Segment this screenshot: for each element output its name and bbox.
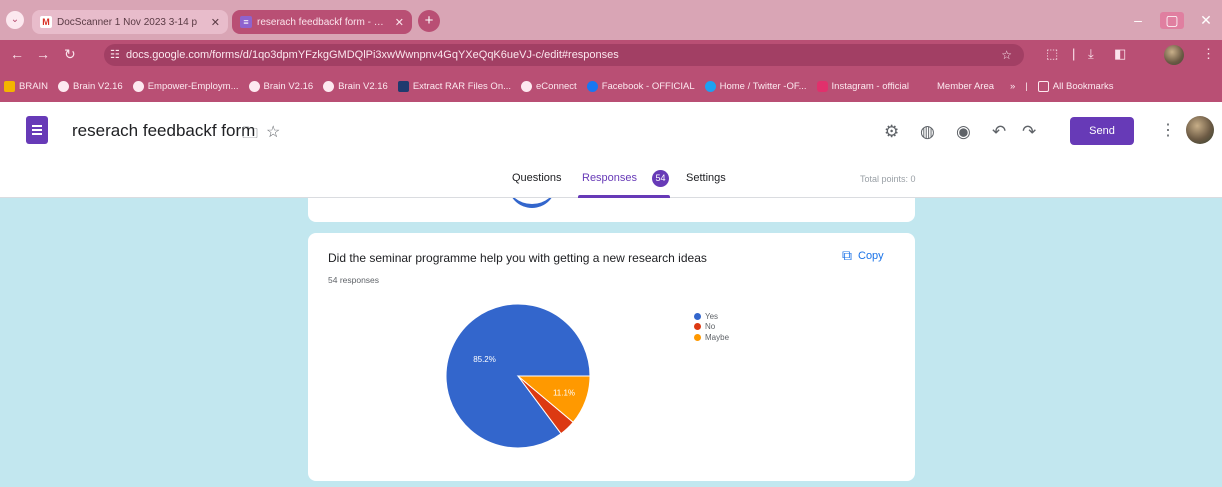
tab-research-form[interactable]: ≡ reserach feedbackf form - Goo ✕ (232, 10, 412, 34)
close-icon[interactable]: ✕ (211, 16, 220, 29)
folder-icon (4, 80, 15, 92)
form-title[interactable]: reserach feedbackf form (72, 121, 255, 141)
bookmark-item[interactable]: Brain V2.16 (323, 80, 388, 92)
bookmark-item[interactable]: Home / Twitter -OF... (704, 80, 807, 92)
previous-question-card (308, 198, 915, 222)
gmail-icon: M (40, 16, 52, 28)
reload-icon[interactable]: ↻ (64, 46, 76, 63)
pie-data-label: 11.1% (553, 389, 575, 398)
globe-icon (248, 80, 260, 92)
bookmark-item[interactable]: Member Area (937, 81, 994, 92)
legend-item-no[interactable]: No (694, 322, 729, 333)
tab-label: reserach feedbackf form - Goo (257, 16, 390, 28)
more-options-icon[interactable]: ⋮ (1160, 120, 1176, 140)
undo-icon[interactable]: ↶ (992, 122, 1006, 142)
globe-icon (323, 80, 335, 92)
globe-icon (58, 80, 70, 92)
copy-icon: ⧉ (842, 247, 852, 263)
tab-search-icon[interactable]: ⌄ (6, 11, 24, 29)
folder-icon (1037, 80, 1049, 92)
tab-docscanner[interactable]: M DocScanner 1 Nov 2023 3-14 p ✕ (32, 10, 228, 34)
account-avatar[interactable] (1186, 116, 1214, 144)
divider: | (1025, 80, 1028, 92)
bookmark-item[interactable]: Brain V2.16 (58, 80, 123, 92)
profile-avatar[interactable] (1164, 45, 1184, 65)
back-icon[interactable]: ← (10, 46, 24, 62)
extensions-icon[interactable]: ⬚ (1046, 46, 1058, 62)
rar-icon (397, 80, 409, 92)
bookmark-item[interactable]: Brain V2.16 (248, 80, 313, 92)
total-points: Total points: 0 (860, 174, 916, 184)
folder-move-icon[interactable]: 🗀 (242, 122, 258, 149)
instagram-icon (816, 80, 828, 92)
responses-pie-chart: 85.2% 11.1% (445, 303, 591, 449)
bookmark-item[interactable]: Empower-Employm... (132, 80, 239, 92)
legend-swatch (694, 312, 701, 320)
legend-item-yes[interactable]: Yes (694, 311, 729, 322)
previous-chart-fragment (508, 198, 556, 208)
forward-icon[interactable]: → (36, 46, 50, 62)
address-bar-row: ← → ↻ ☷ docs.google.com/forms/d/1qo3dpmY… (0, 40, 1222, 70)
add-on-icon[interactable]: ⚙ (884, 122, 899, 142)
google-forms-logo[interactable] (26, 116, 48, 144)
bookmark-item[interactable]: Extract RAR Files On... (397, 80, 511, 92)
tab-settings[interactable]: Settings (686, 172, 726, 184)
globe-icon (132, 80, 144, 92)
separator-icon: | (1072, 46, 1076, 61)
legend-label: Yes (705, 311, 719, 321)
tab-responses[interactable]: Responses (582, 172, 637, 184)
bookmark-item[interactable]: Facebook - OFFICIAL (586, 80, 695, 92)
form-tabs: Questions Responses 54 Settings Total po… (0, 166, 1222, 198)
minimize-button[interactable]: – (1126, 12, 1150, 28)
facebook-icon (586, 80, 598, 92)
download-icon[interactable]: ⤓ (1088, 46, 1094, 62)
forms-icon: ≡ (240, 16, 252, 28)
chart-legend: Yes No Maybe (694, 311, 729, 343)
globe-icon (521, 80, 533, 92)
bookmarks-overflow-button[interactable]: » (1010, 81, 1015, 92)
close-window-button[interactable]: ✕ (1194, 12, 1218, 29)
pie-data-label: 85.2% (473, 355, 496, 364)
side-panel-icon[interactable]: ◧ (1114, 46, 1126, 62)
url-text: docs.google.com/forms/d/1qo3dpmYFzkgGMDQ… (126, 49, 619, 61)
tab-questions[interactable]: Questions (512, 172, 562, 184)
site-info-icon[interactable]: ☷ (110, 44, 120, 66)
legend-swatch (694, 333, 701, 341)
bookmark-item[interactable]: Instagram - official (816, 80, 909, 92)
question-title: Did the seminar programme help you with … (328, 251, 707, 265)
forms-header: reserach feedbackf form 🗀 ☆ ⚙ ◍ ◉ ↶ ↷ Se… (0, 102, 1222, 198)
bookmark-item[interactable]: BRAIN (4, 80, 48, 92)
new-tab-button[interactable]: + (418, 10, 440, 32)
palette-icon[interactable]: ◍ (920, 122, 935, 142)
browser-menu-icon[interactable]: ⋮ (1202, 46, 1215, 62)
address-bar[interactable]: ☷ docs.google.com/forms/d/1qo3dpmYFzkgGM… (104, 44, 1024, 66)
legend-item-maybe[interactable]: Maybe (694, 332, 729, 343)
preview-eye-icon[interactable]: ◉ (956, 122, 971, 142)
response-count: 54 responses (328, 275, 380, 285)
twitter-icon (704, 80, 716, 92)
maximize-button[interactable]: ▢ (1160, 12, 1184, 29)
copy-chart-button[interactable]: ⧉ Copy (842, 247, 884, 264)
tab-label: DocScanner 1 Nov 2023 3-14 p (57, 16, 198, 28)
legend-label: Maybe (705, 332, 730, 342)
bookmark-item[interactable]: eConnect (521, 80, 577, 92)
bookmarks-bar: BRAIN Brain V2.16 Empower-Employm... Bra… (0, 70, 1222, 102)
close-icon[interactable]: ✕ (395, 16, 404, 29)
redo-icon[interactable]: ↷ (1022, 122, 1036, 142)
star-icon[interactable]: ☆ (266, 122, 280, 142)
send-button[interactable]: Send (1070, 117, 1134, 145)
browser-tab-strip: ⌄ M DocScanner 1 Nov 2023 3-14 p ✕ ≡ res… (0, 0, 1222, 40)
copy-label: Copy (858, 249, 884, 262)
legend-swatch (694, 323, 701, 331)
legend-label: No (705, 322, 716, 332)
responses-count-badge: 54 (652, 170, 669, 187)
bookmark-star-icon[interactable]: ☆ (1001, 44, 1012, 66)
all-bookmarks-button[interactable]: All Bookmarks (1037, 80, 1114, 92)
question-summary-card: Did the seminar programme help you with … (308, 233, 915, 481)
